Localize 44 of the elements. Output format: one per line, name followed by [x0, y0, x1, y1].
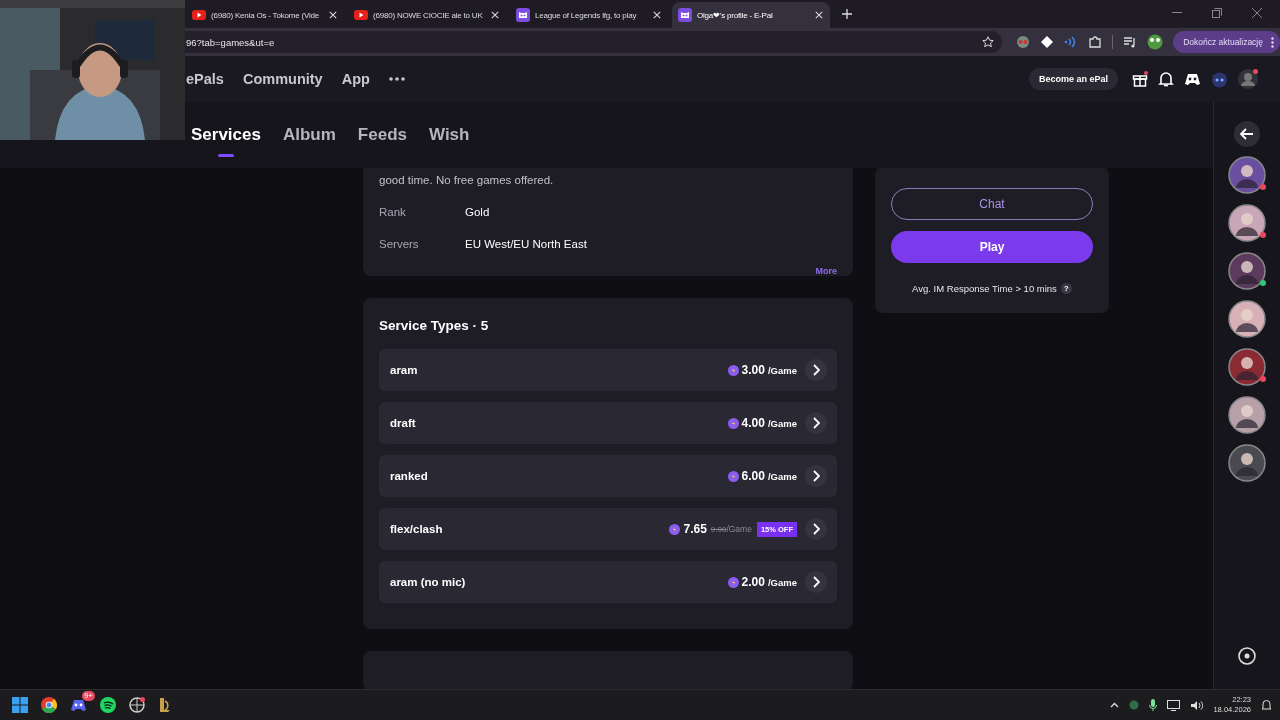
response-time-text: Avg. IM Response Time > 10 mins	[912, 283, 1057, 294]
service-name: aram (no mic)	[390, 576, 467, 588]
service-name: aram	[390, 364, 419, 376]
service-name: flex/clash	[390, 523, 444, 535]
play-button[interactable]: Play	[891, 231, 1093, 263]
original-price: 9.00	[710, 524, 727, 534]
service-row[interactable]: ranked 6.00 /Game	[379, 455, 837, 497]
price-unit: /Game	[726, 524, 752, 534]
field-label: Rank	[379, 206, 407, 218]
notification-badge: 9+	[81, 690, 95, 701]
section-title: Service Types · 5	[379, 318, 490, 333]
browser-tab[interactable]: (6980) Kenia Os - Tokome (Vide	[186, 2, 344, 28]
profile-tab[interactable]: Services	[191, 102, 261, 157]
profile-tab[interactable]: Album	[282, 102, 336, 157]
service-row[interactable]: draft 4.00 /Game	[379, 402, 837, 444]
price-unit: /Game	[767, 576, 797, 588]
price: 4.00	[741, 416, 765, 430]
profile-tab[interactable]: Feeds	[357, 102, 407, 157]
browser-tab[interactable]: League of Legends lfg, to play	[510, 2, 668, 28]
nav-link[interactable]: ePals	[186, 71, 224, 87]
nav-link[interactable]: App	[341, 71, 370, 87]
price: 3.00	[741, 363, 765, 377]
become-epal-button[interactable]: Become an ePal	[1028, 68, 1118, 90]
price: 7.65	[683, 522, 707, 536]
profile-tab[interactable]: Wish	[429, 102, 470, 157]
service-row[interactable]: aram (no mic) 2.00 /Game	[379, 561, 837, 603]
more-link[interactable]: More	[815, 266, 837, 276]
browser-tab[interactable]: (6980) NOWE CIOCIE ale to UK	[348, 2, 506, 28]
field-value: EU West/EU North East	[465, 238, 587, 250]
description-text: good time. No free games offered.	[379, 174, 555, 186]
price-unit: /Game	[767, 417, 797, 429]
service-name: ranked	[390, 470, 429, 482]
price-unit: /Game	[767, 364, 797, 376]
browser-tab[interactable]: Olga❤'s profile - E-Pal	[672, 2, 830, 28]
address-field[interactable]: 96?tab=games&ut=e	[186, 36, 275, 48]
price: 6.00	[741, 469, 765, 483]
service-row[interactable]: aram 3.00 /Game	[379, 349, 837, 391]
field-label: Servers	[379, 238, 420, 250]
price: 2.00	[741, 575, 765, 589]
service-name: draft	[390, 417, 417, 429]
price-unit: /Game	[767, 470, 797, 482]
field-value: Gold	[465, 206, 490, 218]
nav-link[interactable]: Community	[242, 71, 323, 87]
update-button[interactable]: Dokończ aktualizację	[1173, 31, 1280, 53]
